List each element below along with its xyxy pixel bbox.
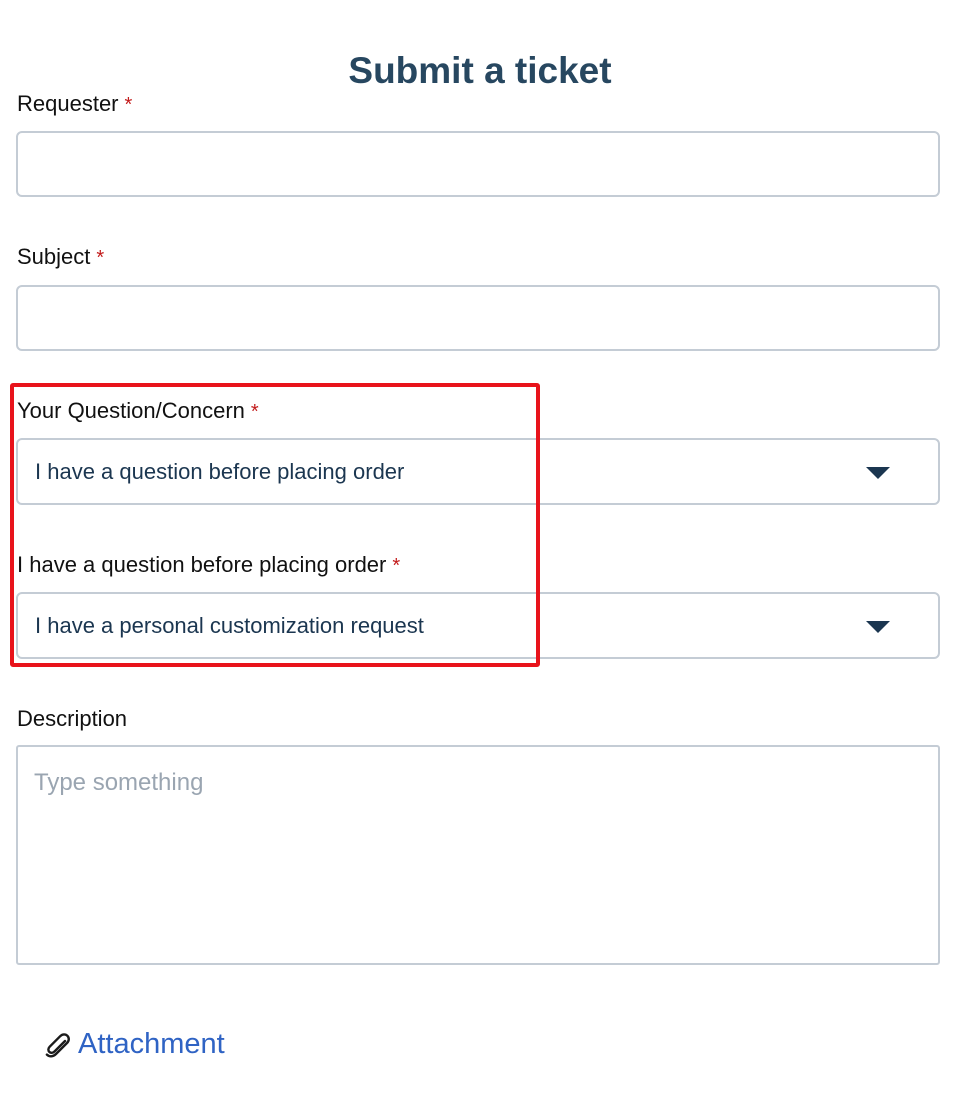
attachment-link[interactable]: Attachment: [44, 1024, 225, 1064]
required-asterisk: *: [96, 247, 105, 269]
before-order-select[interactable]: I have a personal customization request: [16, 592, 940, 659]
question-concern-selected-value: I have a question before placing order: [35, 459, 405, 484]
requester-input[interactable]: [16, 131, 940, 197]
required-asterisk: *: [250, 401, 259, 423]
attachment-label: Attachment: [78, 1027, 225, 1060]
chevron-down-icon: [866, 621, 890, 633]
requester-label: Requester *: [17, 90, 132, 119]
page-title: Submit a ticket: [348, 49, 612, 91]
subject-label: Subject *: [17, 243, 104, 272]
subject-input[interactable]: [16, 285, 940, 351]
required-asterisk: *: [124, 94, 133, 116]
before-order-label-text: I have a question before placing order: [17, 552, 387, 577]
before-order-label: I have a question before placing order *: [17, 551, 400, 580]
requester-label-text: Requester: [17, 91, 119, 116]
subject-label-text: Subject: [17, 244, 91, 269]
required-asterisk: *: [392, 555, 401, 577]
description-label-text: Description: [17, 706, 128, 731]
question-concern-select[interactable]: I have a question before placing order: [16, 438, 940, 505]
chevron-down-icon: [866, 467, 890, 479]
description-textarea[interactable]: [16, 745, 940, 965]
question-concern-label-text: Your Question/Concern: [17, 398, 245, 423]
description-label: Description: [17, 705, 127, 733]
before-order-selected-value: I have a personal customization request: [35, 613, 424, 638]
paperclip-icon: [44, 1029, 70, 1059]
question-concern-label: Your Question/Concern *: [17, 397, 259, 426]
